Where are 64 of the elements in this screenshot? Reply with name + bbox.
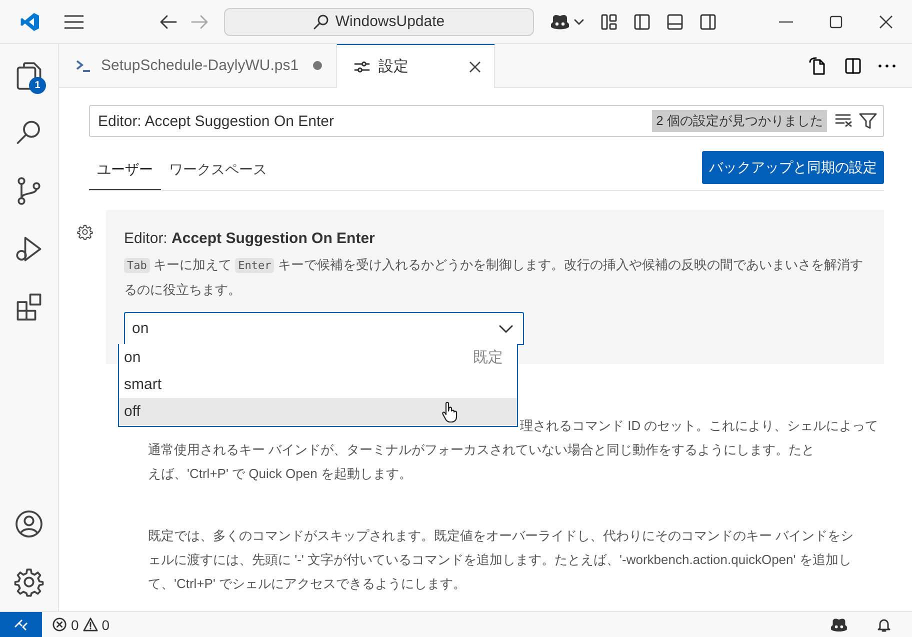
error-icon <box>52 617 67 632</box>
scope-tab[interactable]: ユーザー <box>89 151 161 190</box>
more-icon <box>878 62 896 68</box>
warning-count: 0 <box>102 616 110 632</box>
setting-title: Editor: Accept Suggestion On Enter <box>124 230 376 247</box>
dropdown-option[interactable]: smart <box>119 371 517 398</box>
left-arrow-icon <box>159 14 177 30</box>
notification-badge: 1 <box>29 77 46 94</box>
backup-sync-button[interactable]: バックアップと同期の設定 <box>702 151 884 184</box>
chevron-down-icon <box>574 18 584 26</box>
search-text: WindowsUpdate <box>335 13 445 30</box>
sliders-icon <box>354 60 370 74</box>
file-arrow-icon <box>808 56 828 76</box>
scope-tab[interactable]: ワークスペース <box>161 151 275 190</box>
close-icon <box>468 60 482 74</box>
gear-icon <box>77 224 93 240</box>
right-arrow-icon <box>191 14 209 30</box>
logo-icon <box>20 12 40 32</box>
split-icon <box>844 56 862 74</box>
problems-indicator[interactable]: 0 0 <box>52 616 110 632</box>
error-count: 0 <box>71 616 79 632</box>
bell-icon <box>876 616 892 632</box>
run-debug-icon <box>14 234 44 264</box>
search-icon <box>313 14 330 30</box>
terminal-icon <box>76 58 92 72</box>
sidebar-icon <box>633 12 651 30</box>
default-label: 既定 <box>473 348 503 367</box>
setting-description: 理されるコマンド ID のセット。これにより、シェルによって <box>520 417 878 435</box>
activity-item[interactable]: 1 <box>0 46 58 104</box>
dropdown-option[interactable]: on 既定 <box>119 344 517 371</box>
settings-search-field[interactable]: Editor: Accept Suggestion On Enter 2 個の設定が見つかりました <box>89 105 884 137</box>
search-input[interactable]: Editor: Accept Suggestion On Enter <box>98 112 652 130</box>
chevron-down-icon <box>499 324 513 334</box>
hand-cursor-icon <box>441 401 459 423</box>
copilot-button[interactable] <box>550 12 584 30</box>
dropdown[interactable]: on <box>124 312 524 345</box>
settings-icon <box>14 567 44 597</box>
robot-icon <box>830 616 848 632</box>
clear-filter-icon <box>835 113 853 127</box>
setting-description: 通常使用されるキー バインドが、ターミナルがフォーカスされていない場合と同じ動作をするようにします。たとえば、'Ctrl+P' で Quick Open を起動します。 <box>148 441 816 483</box>
robot-icon <box>550 12 570 30</box>
remote-icon <box>13 618 29 632</box>
account-icon <box>14 509 44 539</box>
secondary-sidebar-icon <box>699 12 717 30</box>
editor-tab[interactable]: 設定 <box>336 44 495 88</box>
more-button[interactable] <box>878 62 896 68</box>
open-json-button[interactable] <box>808 56 828 76</box>
back-button[interactable] <box>159 14 177 30</box>
remote-button[interactable] <box>0 612 42 637</box>
result-count: 2 個の設定が見つかりました <box>652 110 827 132</box>
minimize-icon <box>779 20 793 22</box>
filter-icon <box>859 113 877 129</box>
split-editor-button[interactable] <box>844 56 862 74</box>
close-icon <box>878 14 894 30</box>
warning-icon <box>82 617 98 632</box>
setting-description: 既定では、多くのコマンドがスキップされます。既定値をオーバーライドし、代わりにそのコマンドのキー バインドをシェルに渡すには、先頭に '-' 文字が付いているコマンドを追加します。たとえば、'-workbench.action.quickOpen' を追加して、'Ctrl+P' でシェルにアクセスできるようにします。 <box>148 527 855 593</box>
setting-description: Tab キーに加えて Enter キーで候補を受け入れるかどうかを制御します。改行の挿入や候補の反映の間であいまいさを解消するのに役立ちます。 <box>124 256 864 299</box>
layout-icon <box>600 12 618 30</box>
command-center[interactable]: WindowsUpdate <box>224 8 534 36</box>
panel-icon <box>666 12 684 30</box>
dropdown-option[interactable]: off <box>119 398 517 425</box>
maximize-icon <box>828 14 844 30</box>
extensions-icon <box>14 292 44 322</box>
files-icon <box>14 60 44 90</box>
